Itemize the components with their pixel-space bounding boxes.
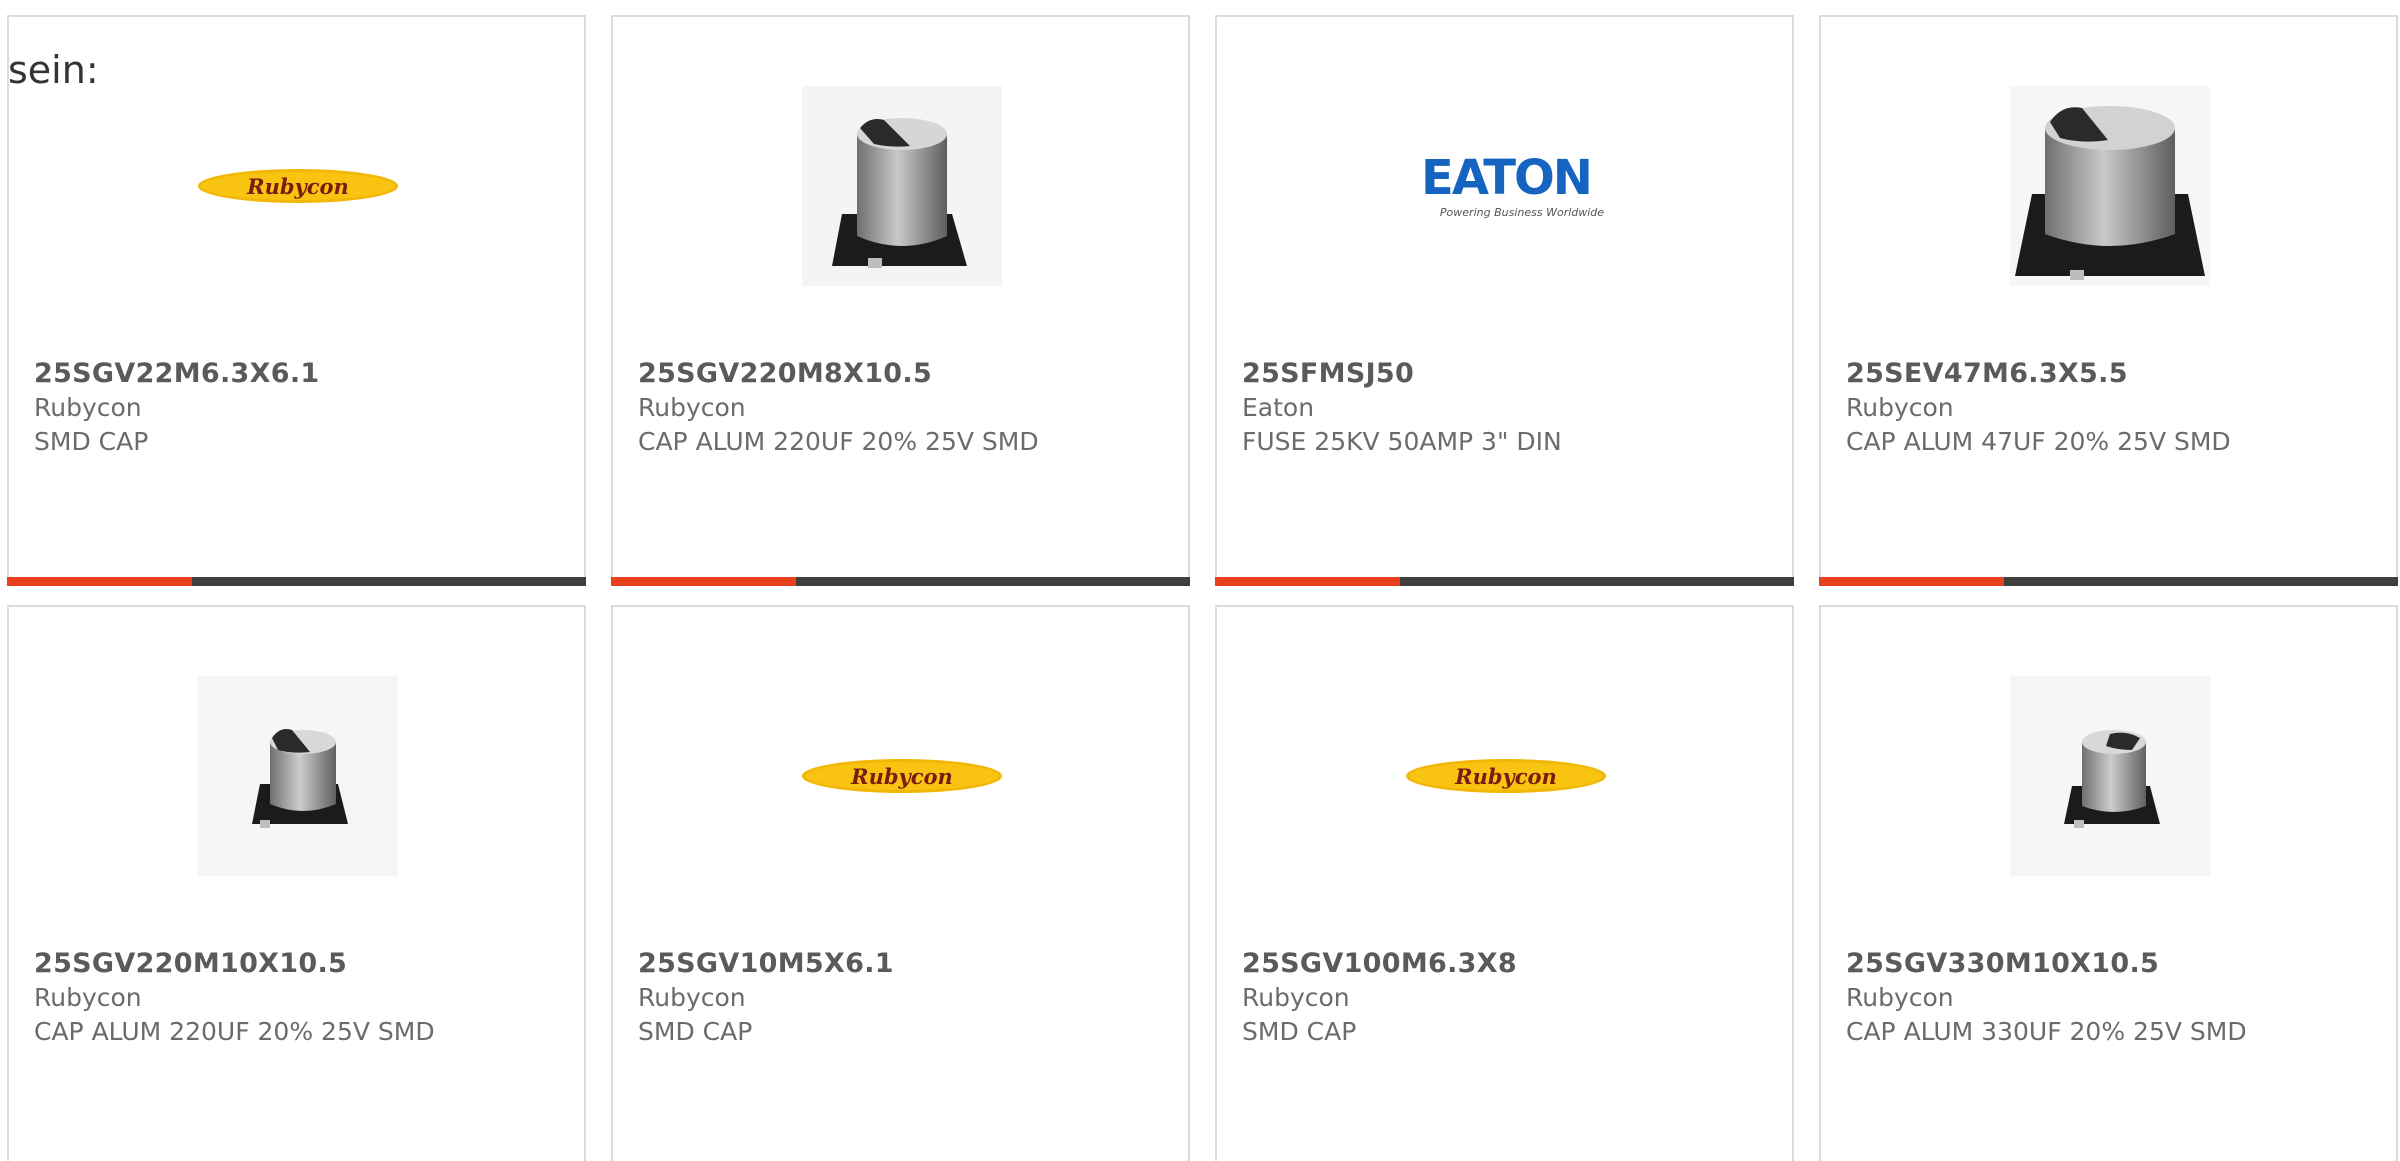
manufacturer-name: Rubycon <box>638 393 746 422</box>
product-description: SMD CAP <box>34 427 149 456</box>
progress-bar <box>1819 577 2398 586</box>
product-card[interactable]: Rubycon 25SGV100M6.3X8 Rubycon SMD CAP <box>1215 605 1794 1161</box>
product-description: CAP ALUM 220UF 20% 25V SMD <box>638 427 1039 456</box>
intro-text: sein: <box>8 48 99 92</box>
progress-bar-fill <box>7 577 193 586</box>
progress-bar-fill <box>1819 577 2005 586</box>
part-number-link[interactable]: 25SEV47M6.3X5.5 <box>1846 357 2376 391</box>
product-description: FUSE 25KV 50AMP 3" DIN <box>1242 427 1562 456</box>
product-description: CAP ALUM 330UF 20% 25V SMD <box>1846 1017 2247 1046</box>
progress-bar-track <box>192 577 586 586</box>
smd-capacitor-photo <box>802 86 1002 286</box>
eaton-logo: EATON Powering Business Worldwide <box>1421 150 1604 219</box>
product-image: Rubycon <box>802 676 1002 876</box>
progress-bar-fill <box>611 577 797 586</box>
svg-text:Rubycon: Rubycon <box>246 174 349 199</box>
progress-bar-fill <box>1215 577 1401 586</box>
product-description: CAP ALUM 220UF 20% 25V SMD <box>34 1017 435 1046</box>
progress-bar-track <box>796 577 1190 586</box>
progress-bar-track <box>1400 577 1794 586</box>
smd-capacitor-photo <box>2010 676 2210 876</box>
product-image: Rubycon <box>1406 676 1606 876</box>
product-description: SMD CAP <box>638 1017 753 1046</box>
manufacturer-name: Rubycon <box>1242 983 1350 1012</box>
svg-text:Rubycon: Rubycon <box>1454 764 1557 789</box>
part-number-link[interactable]: 25SGV10M5X6.1 <box>638 947 1168 981</box>
manufacturer-name: Rubycon <box>1846 393 1954 422</box>
svg-text:Rubycon: Rubycon <box>850 764 953 789</box>
product-image <box>2010 86 2210 286</box>
product-image: EATON Powering Business Worldwide <box>1406 86 1606 286</box>
part-number-link[interactable]: 25SGV100M6.3X8 <box>1242 947 1772 981</box>
product-card[interactable]: 25SGV330M10X10.5 Rubycon CAP ALUM 330UF … <box>1819 605 2398 1161</box>
svg-text:EATON: EATON <box>1421 150 1591 206</box>
product-description: SMD CAP <box>1242 1017 1357 1046</box>
manufacturer-name: Rubycon <box>638 983 746 1012</box>
product-image <box>2010 676 2210 876</box>
product-card[interactable]: 25SGV220M10X10.5 Rubycon CAP ALUM 220UF … <box>7 605 586 1161</box>
svg-text:Powering Business Worldwide: Powering Business Worldwide <box>1440 206 1604 219</box>
rubycon-logo: Rubycon <box>802 759 1002 793</box>
product-image <box>802 86 1002 286</box>
product-card[interactable]: 25SEV47M6.3X5.5 Rubycon CAP ALUM 47UF 20… <box>1819 15 2398 586</box>
product-grid-page: sein: Rubycon 25SGV22M6.3X6.1 Rubycon SM… <box>0 0 2400 1161</box>
progress-bar <box>611 577 1190 586</box>
product-image <box>198 676 398 876</box>
part-number-link[interactable]: 25SGV220M10X10.5 <box>34 947 564 981</box>
product-card[interactable]: EATON Powering Business Worldwide 25SFMS… <box>1215 15 1794 586</box>
product-image: Rubycon <box>198 86 398 286</box>
part-number-link[interactable]: 25SGV330M10X10.5 <box>1846 947 2376 981</box>
manufacturer-name: Eaton <box>1242 393 1315 422</box>
rubycon-logo: Rubycon <box>1406 759 1606 793</box>
product-card[interactable]: 25SGV220M8X10.5 Rubycon CAP ALUM 220UF 2… <box>611 15 1190 586</box>
progress-bar <box>1215 577 1794 586</box>
smd-capacitor-photo <box>2010 86 2210 286</box>
rubycon-logo: Rubycon <box>198 169 398 203</box>
smd-capacitor-photo <box>198 676 398 876</box>
product-card[interactable]: Rubycon 25SGV22M6.3X6.1 Rubycon SMD CAP <box>7 15 586 586</box>
product-description: CAP ALUM 47UF 20% 25V SMD <box>1846 427 2231 456</box>
part-number-link[interactable]: 25SGV220M8X10.5 <box>638 357 1168 391</box>
manufacturer-name: Rubycon <box>34 983 142 1012</box>
product-card[interactable]: Rubycon 25SGV10M5X6.1 Rubycon SMD CAP <box>611 605 1190 1161</box>
manufacturer-name: Rubycon <box>1846 983 1954 1012</box>
manufacturer-name: Rubycon <box>34 393 142 422</box>
part-number-link[interactable]: 25SFMSJ50 <box>1242 357 1772 391</box>
progress-bar-track <box>2004 577 2398 586</box>
progress-bar <box>7 577 586 586</box>
part-number-link[interactable]: 25SGV22M6.3X6.1 <box>34 357 564 391</box>
